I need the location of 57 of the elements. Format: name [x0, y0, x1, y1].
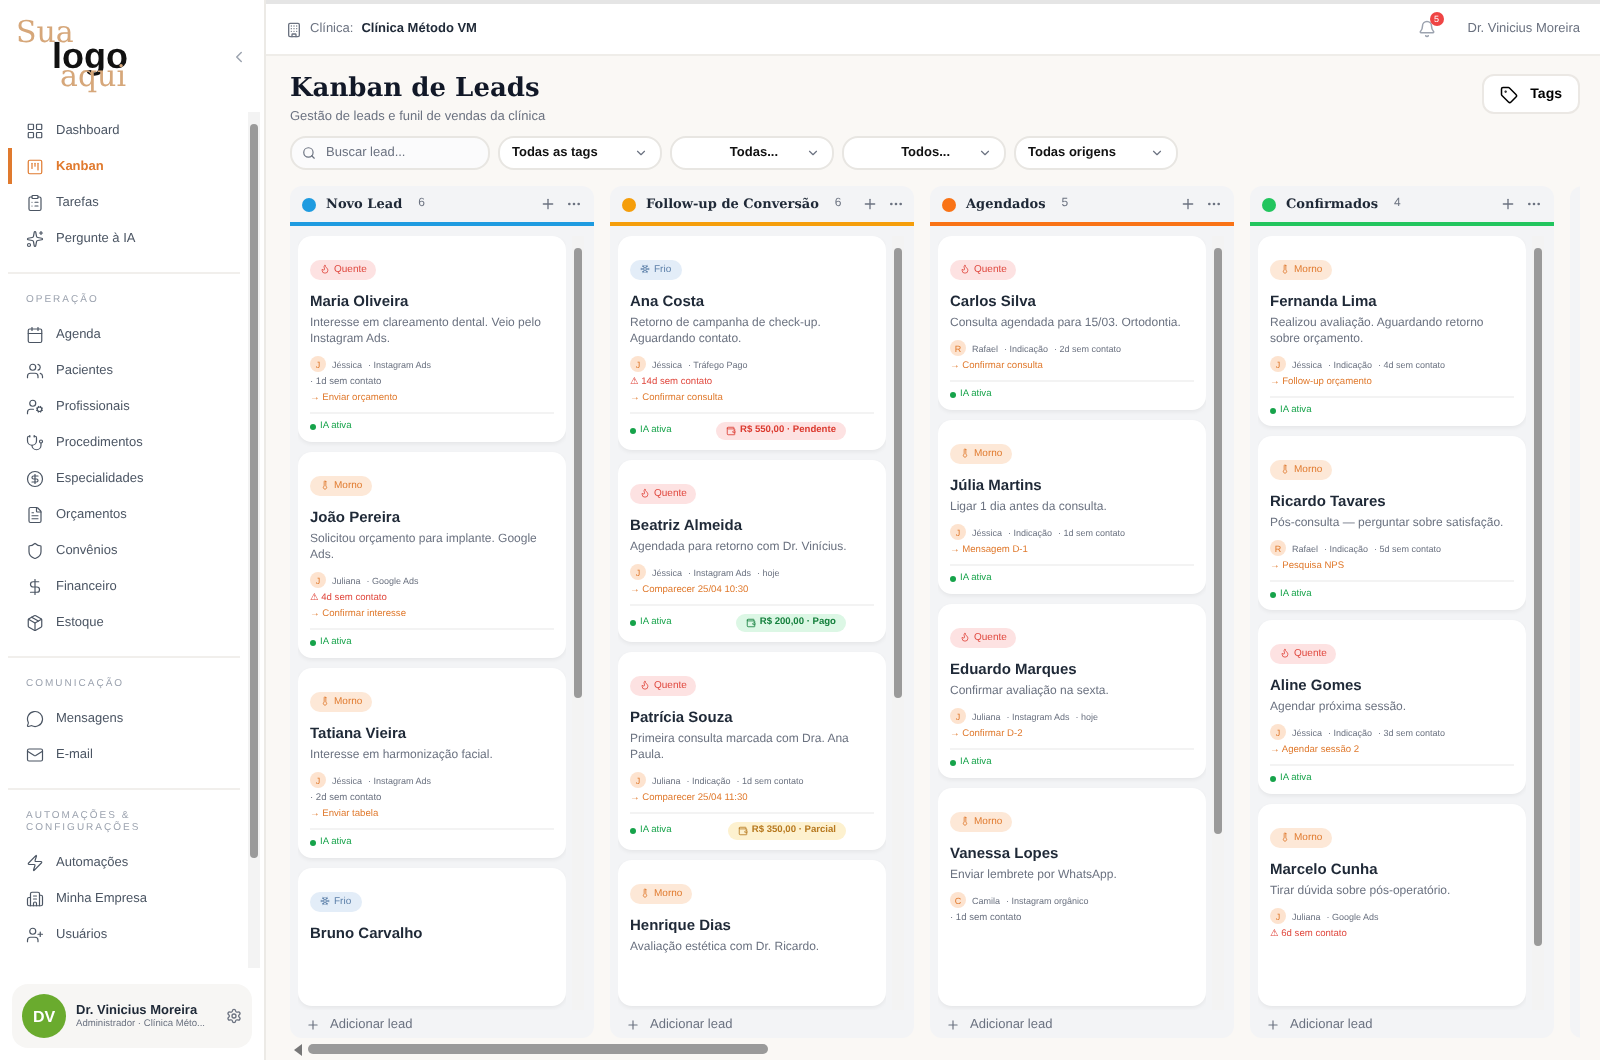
grid-icon — [26, 121, 44, 139]
thermometer-icon — [320, 696, 330, 707]
thermometer-icon — [1280, 464, 1290, 475]
bell-icon — [1417, 20, 1436, 38]
flame-icon — [960, 632, 970, 643]
tag-icon — [1500, 85, 1519, 103]
lightning-icon — [26, 853, 44, 871]
dollar-circle-icon — [26, 469, 44, 487]
sparkles-icon — [26, 229, 44, 247]
plus-icon — [626, 1017, 640, 1031]
building-icon — [26, 889, 44, 907]
add-icon[interactable] — [1500, 196, 1516, 212]
dollar-icon — [26, 577, 44, 595]
wallet-icon — [737, 826, 748, 837]
plus-icon — [946, 1017, 960, 1031]
wallet-icon — [745, 618, 756, 629]
users-icon — [26, 361, 44, 379]
mail-icon — [26, 745, 44, 763]
kanban-icon — [26, 157, 44, 175]
stethoscope-icon — [26, 433, 44, 451]
clipboard-icon — [26, 193, 44, 211]
chevron-down-icon — [634, 146, 648, 160]
thermometer-icon — [1280, 832, 1290, 843]
chevron-down-icon — [806, 146, 820, 160]
collapse-button[interactable] — [230, 47, 248, 65]
user-plus-icon — [26, 925, 44, 943]
shield-icon — [26, 541, 44, 559]
plus-icon — [1266, 1017, 1280, 1031]
thermometer-icon — [320, 480, 330, 491]
document-icon — [26, 505, 44, 523]
add-icon[interactable] — [861, 196, 878, 212]
add-icon[interactable] — [1180, 196, 1196, 212]
thermometer-icon — [960, 816, 970, 827]
thermometer-icon — [640, 888, 650, 899]
thermometer-icon — [1280, 264, 1290, 274]
add-icon[interactable] — [540, 196, 556, 212]
flame-icon — [640, 488, 650, 499]
flame-icon — [1280, 648, 1290, 659]
chevron-down-icon — [1150, 146, 1164, 160]
building-icon — [286, 21, 302, 37]
scrollbar[interactable] — [248, 112, 260, 968]
flame-icon — [640, 680, 650, 691]
thermometer-icon — [960, 448, 970, 459]
chevron-down-icon — [978, 146, 992, 160]
chat-icon — [26, 709, 44, 727]
flame-icon — [960, 264, 970, 274]
snowflake-icon — [640, 264, 650, 274]
flame-icon — [320, 264, 330, 274]
user-avatar: DV — [22, 994, 66, 1038]
plus-icon — [306, 1017, 320, 1031]
calendar-icon — [26, 325, 44, 343]
user-cog-icon — [26, 397, 44, 415]
settings-icon[interactable] — [226, 1008, 242, 1024]
box-icon — [26, 613, 44, 631]
page-title: Kanban de Leads — [290, 74, 542, 104]
snowflake-icon — [320, 896, 330, 907]
wallet-icon — [726, 426, 736, 437]
